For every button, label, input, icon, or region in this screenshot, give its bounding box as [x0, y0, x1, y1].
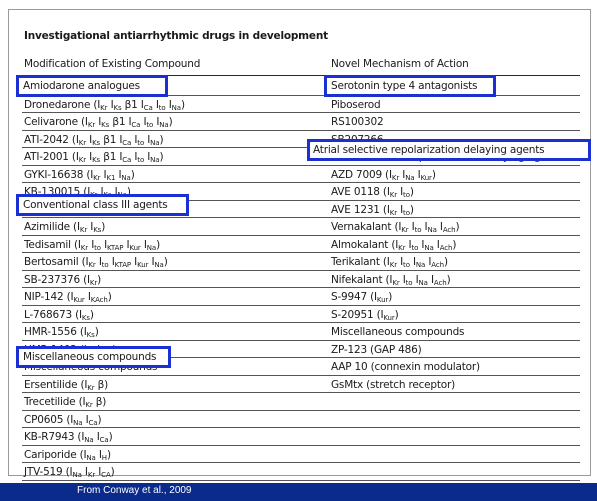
- table-row: Bertosamil (IKr Ito IKTAP IKur INa) Terik…: [0, 253, 597, 271]
- table-row: Ersentilide (IKr β) GsMtx (stretch recept…: [0, 376, 597, 394]
- cell-novel-mechanism: Vernakalant (IKr Ito INa IAch): [331, 221, 460, 234]
- cell-novel-mechanism: AAP 10 (connexin modulator): [331, 361, 480, 373]
- table-row: Trecetilide (IKr β): [0, 393, 597, 411]
- cell-novel-mechanism: S-20951 (IKur): [331, 308, 399, 322]
- table-row: Dronedarone (IKr IKs β1 ICa Ito INa) Pibo…: [0, 96, 597, 114]
- cell-novel-mechanism: Terikalant (IKr Ito INa IAch): [331, 256, 448, 269]
- column-header-novel: Novel Mechanism of Action: [331, 58, 469, 70]
- cell-existing-compound: ATI-2001 (IKr IKs β1 ICa Ito INa): [24, 151, 164, 164]
- cell-novel-mechanism: AZD 7009 (IKr INa IKur): [331, 168, 436, 182]
- column-header-existing: Modification of Existing Compound: [24, 58, 201, 70]
- table-row: L-768673 (IKs) S-20951 (IKur): [0, 306, 597, 324]
- table-row: CP0605 (INa ICa): [0, 411, 597, 429]
- table-title: Investigational antiarrhythmic drugs in …: [24, 30, 328, 42]
- cell-existing-compound: KB-R7943 (INa ICa): [24, 431, 113, 444]
- cell-existing-compound: SB-237376 (IKr): [24, 273, 102, 287]
- table-row: KB-R7943 (INa ICa): [0, 428, 597, 446]
- cell-existing-compound: Dronedarone (IKr IKs β1 ICa Ito INa): [24, 98, 185, 112]
- footer-bar: From Conway et al., 2009: [0, 483, 597, 501]
- cell-existing-compound: NIP-142 (IKur IKAch): [24, 291, 112, 304]
- table-row: Cariporide (INa IH): [0, 446, 597, 464]
- cell-existing-compound: ATI-2042 (IKr IKs β1 ICa Ito INa): [24, 133, 164, 147]
- cell-novel-mechanism: S-9947 (IKur): [331, 291, 393, 304]
- highlight-serotonin-antagonists: Serotonin type 4 antagonists: [324, 75, 496, 97]
- cell-novel-mechanism: AVE 0118 (IKr Ito): [331, 186, 414, 199]
- table-row: Tedisamil (IKr Ito IKTAP IKur INa) Almoka…: [0, 236, 597, 254]
- table-row: NIP-142 (IKur IKAch) S-9947 (IKur): [0, 288, 597, 306]
- cell-novel-mechanism: RS100302: [331, 116, 384, 128]
- table-row: Azimilide (IKr IKs) Vernakalant (IKr Ito …: [0, 218, 597, 236]
- cell-existing-compound: Tedisamil (IKr Ito IKTAP IKur INa): [24, 238, 160, 252]
- cell-novel-mechanism: AVE 1231 (IKr Ito): [331, 203, 414, 217]
- table-row: Celivarone (IKr IKs β1 ICa Ito INa) RS100…: [0, 113, 597, 131]
- cell-novel-mechanism: Miscellaneous compounds: [331, 326, 465, 338]
- cell-novel-mechanism: Piboserod: [331, 98, 381, 111]
- cell-existing-compound: CP0605 (INa ICa): [24, 413, 102, 427]
- cell-existing-compound: Cariporide (INa IH): [24, 448, 111, 462]
- footer-citation: From Conway et al., 2009: [77, 485, 192, 496]
- highlight-conventional-class-iii: Conventional class III agents: [16, 194, 189, 216]
- cell-existing-compound: HMR-1556 (IKs): [24, 326, 99, 339]
- cell-existing-compound: GYKI-16638 (IKr IK1 INa): [24, 168, 135, 182]
- cell-existing-compound: JTV-519 (INa IKr ICA): [24, 466, 115, 479]
- table-row: JTV-519 (INa IKr ICA): [0, 463, 597, 481]
- cell-existing-compound: Azimilide (IKr IKs): [24, 221, 106, 234]
- cell-novel-mechanism: GsMtx (stretch receptor): [331, 378, 456, 391]
- cell-existing-compound: Bertosamil (IKr Ito IKTAP IKur INa): [24, 256, 168, 269]
- cell-existing-compound: Trecetilide (IKr β): [24, 396, 107, 409]
- table-row: SB-237376 (IKr) Nifekalant (IKr Ito INa I…: [0, 271, 597, 289]
- highlight-atrial-selective: Atrial selective repolarization delaying…: [307, 139, 591, 161]
- cell-existing-compound: Ersentilide (IKr β): [24, 378, 109, 392]
- cell-existing-compound: L-768673 (IKs): [24, 308, 94, 322]
- cell-novel-mechanism: ZP-123 (GAP 486): [331, 343, 422, 356]
- cell-novel-mechanism: Nifekalant (IKr Ito INa IAch): [331, 273, 451, 287]
- highlight-miscellaneous-compounds: Miscellaneous compounds: [16, 346, 171, 368]
- highlight-amiodarone-analogues: Amiodarone analogues: [16, 75, 168, 97]
- cell-existing-compound: Celivarone (IKr IKs β1 ICa Ito INa): [24, 116, 173, 129]
- table-row: HMR-1556 (IKs) Miscellaneous compounds: [0, 323, 597, 341]
- table-row: GYKI-16638 (IKr IK1 INa) AZD 7009 (IKr IN…: [0, 166, 597, 184]
- cell-novel-mechanism: Almokalant (IKr Ito INa IAch): [331, 238, 457, 252]
